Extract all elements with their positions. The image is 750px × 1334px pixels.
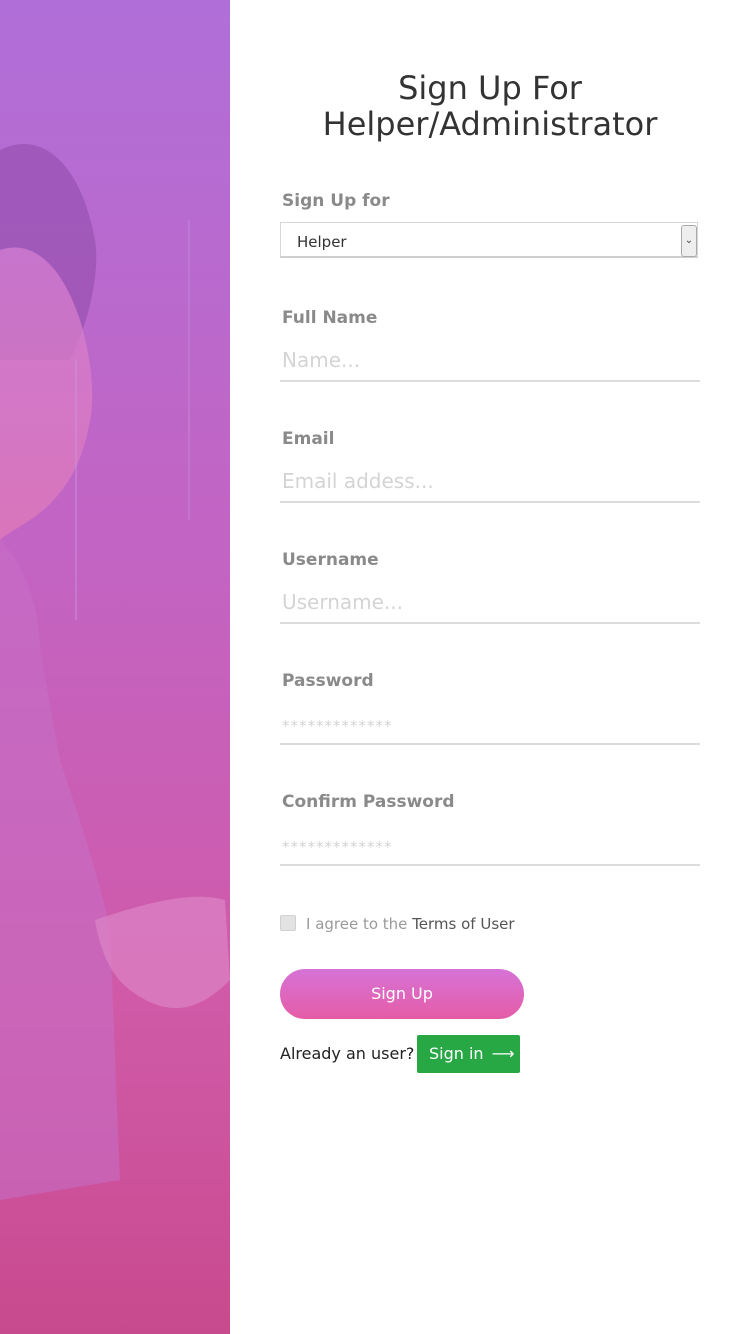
title-line-2: Helper/Administrator <box>322 105 658 143</box>
confirm-password-label: Confirm Password <box>282 792 455 812</box>
full-name-placeholder: Name... <box>282 348 361 372</box>
terms-prefix: I agree to the <box>306 915 413 933</box>
sign-in-label: Sign in <box>429 1044 484 1063</box>
signup-for-label: Sign Up for <box>282 191 390 211</box>
already-user-text: Already an user? <box>280 1044 415 1063</box>
sign-in-button[interactable]: Sign in ⟶ <box>417 1035 520 1073</box>
password-placeholder: ************* <box>282 717 393 735</box>
username-input[interactable]: Username... <box>280 584 700 624</box>
signup-panel: Sign Up For Helper/Administrator Sign Up… <box>230 0 750 1334</box>
sign-up-button[interactable]: Sign Up <box>280 969 524 1019</box>
chevron-down-icon[interactable]: ⌄ <box>681 225 697 257</box>
password-input[interactable]: ************* <box>280 705 700 745</box>
signup-for-select[interactable]: Helper ⌄ <box>280 222 698 258</box>
terms-link[interactable]: Terms of User <box>412 915 514 933</box>
hero-image <box>0 0 230 1334</box>
username-placeholder: Username... <box>282 590 404 614</box>
confirm-password-input[interactable]: ************* <box>280 826 700 866</box>
confirm-password-placeholder: ************* <box>282 838 393 856</box>
arrow-right-icon: ⟶ <box>491 1044 515 1063</box>
email-label: Email <box>282 429 335 449</box>
title-line-1: Sign Up For <box>398 69 582 107</box>
signup-for-value: Helper <box>297 233 347 251</box>
username-label: Username <box>282 550 379 570</box>
full-name-label: Full Name <box>282 308 378 328</box>
terms-checkbox[interactable] <box>280 915 296 931</box>
email-input[interactable]: Email addess... <box>280 463 700 503</box>
email-placeholder: Email addess... <box>282 469 434 493</box>
full-name-input[interactable]: Name... <box>280 342 700 382</box>
page-title: Sign Up For Helper/Administrator <box>230 70 750 142</box>
password-label: Password <box>282 671 374 691</box>
hero-illustration <box>0 144 230 1200</box>
terms-text: I agree to the Terms of User <box>306 915 515 933</box>
